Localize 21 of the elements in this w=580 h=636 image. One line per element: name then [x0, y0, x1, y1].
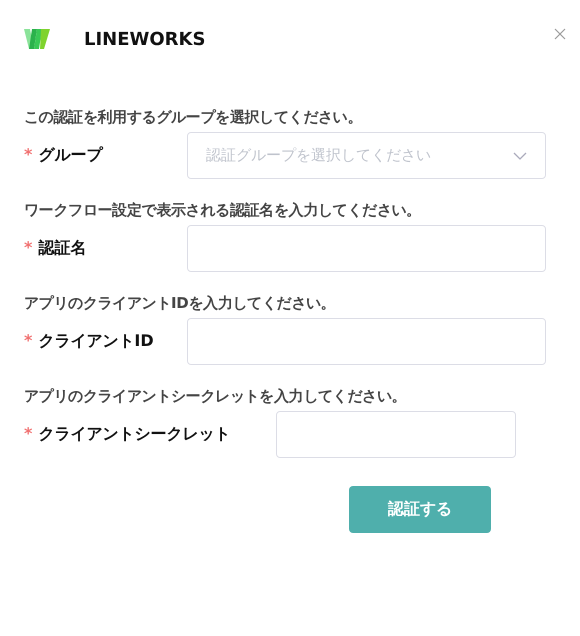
- chevron-down-icon: [513, 152, 527, 160]
- input-field[interactable]: [187, 225, 546, 272]
- required-mark: *: [24, 238, 32, 259]
- field-label: グループ: [38, 145, 102, 166]
- field-description: ワークフロー設定で表示される認証名を入力してください。: [24, 201, 422, 220]
- submit-button[interactable]: 認証する: [349, 486, 491, 533]
- required-mark: *: [24, 424, 32, 445]
- required-mark: *: [24, 331, 32, 352]
- close-icon[interactable]: [554, 28, 566, 40]
- field-label: クライアントシークレット: [38, 424, 230, 445]
- group-dropdown[interactable]: 認証グループを選択してください: [187, 132, 546, 179]
- app-title: LINEWORKS: [84, 28, 206, 50]
- input-field[interactable]: [276, 411, 516, 458]
- field-description: この認証を利用するグループを選択してください。: [24, 108, 364, 127]
- field-description: アプリのクライアントシークレットを入力してください。: [24, 387, 408, 406]
- field-description: アプリのクライアントIDを入力してください。: [24, 294, 336, 313]
- logo-icon: [24, 28, 50, 50]
- field-label: 認証名: [38, 238, 86, 259]
- input-field[interactable]: [187, 318, 546, 365]
- field-label: クライアントID: [38, 331, 154, 352]
- required-mark: *: [24, 145, 32, 166]
